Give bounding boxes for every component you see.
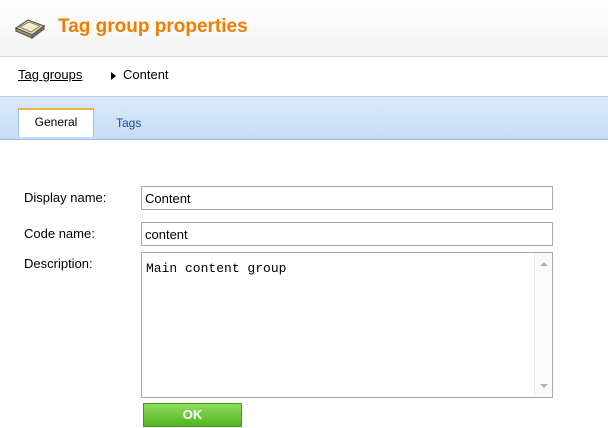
tab-bar: General Tags: [0, 96, 608, 140]
breadcrumb: Tag groups Content: [0, 57, 608, 95]
breadcrumb-separator-icon: [111, 72, 116, 80]
breadcrumb-current: Content: [123, 67, 169, 82]
tab-tags[interactable]: Tags: [116, 116, 141, 130]
tag-icon: [14, 19, 46, 40]
description-field[interactable]: Main content group: [142, 253, 535, 397]
page-header: Tag group properties: [0, 0, 608, 57]
breadcrumb-link-tag-groups[interactable]: Tag groups: [18, 67, 82, 82]
scroll-up-icon[interactable]: [540, 262, 548, 266]
display-name-field[interactable]: [141, 186, 553, 210]
tab-general[interactable]: General: [18, 108, 94, 137]
code-name-label: Code name:: [24, 226, 95, 241]
ok-button[interactable]: OK: [143, 403, 242, 427]
code-name-field[interactable]: [141, 222, 553, 246]
scroll-down-icon[interactable]: [540, 384, 548, 388]
description-scrollbar[interactable]: [534, 253, 552, 397]
display-name-label: Display name:: [24, 190, 107, 205]
description-box: Main content group: [141, 252, 553, 398]
page-title: Tag group properties: [58, 16, 248, 37]
description-label: Description:: [24, 256, 93, 271]
